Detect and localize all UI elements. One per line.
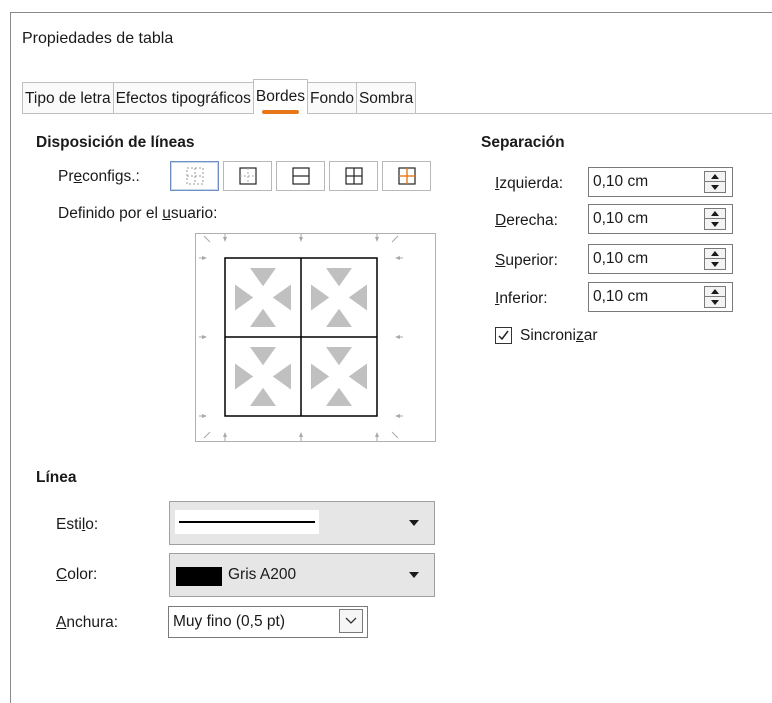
spacing-top-spinner[interactable]	[704, 248, 726, 270]
preset-outer-keep-inner-button[interactable]	[382, 161, 431, 191]
line-width-value: Muy fino (0,5 pt)	[173, 613, 285, 630]
preview-triangle	[235, 284, 254, 311]
spacing-right-input[interactable]	[589, 205, 697, 233]
synchronize-checkbox[interactable]	[495, 327, 512, 344]
spin-down-icon[interactable]	[705, 219, 725, 229]
line-color-label: Color:	[56, 566, 98, 583]
preview-triangle	[250, 308, 276, 327]
line-color-name: Gris A200	[228, 566, 297, 583]
spacing-right-field	[588, 204, 733, 234]
spacing-left-input[interactable]	[589, 168, 697, 196]
checkmark-icon	[498, 330, 509, 341]
spacing-heading: Separación	[481, 134, 565, 151]
border-outer-all-icon	[344, 167, 363, 185]
line-width-label: Anchura:	[56, 614, 119, 631]
preview-triangle	[250, 268, 276, 287]
spacing-top-field	[588, 244, 733, 274]
spacing-left-spinner[interactable]	[704, 171, 726, 193]
preview-triangle	[250, 347, 276, 366]
preview-triangle	[326, 268, 352, 287]
preview-triangle	[326, 347, 352, 366]
preset-outer-horizontal-button[interactable]	[276, 161, 325, 191]
preview-triangle	[311, 363, 330, 390]
line-style-label: Estilo:	[56, 516, 99, 533]
preset-all-borders-button[interactable]	[329, 161, 378, 191]
line-width-dropdown[interactable]: Muy fino (0,5 pt)	[168, 606, 368, 638]
border-outer-keep-inner-icon	[397, 167, 416, 185]
spacing-right-label: Derecha:	[495, 212, 558, 229]
line-style-preview	[175, 510, 319, 534]
spacing-bottom-field	[588, 282, 733, 312]
spacing-bottom-label: Inferior:	[495, 290, 548, 307]
spacing-bottom-input[interactable]	[589, 283, 697, 311]
border-outer-icon	[238, 167, 257, 185]
spin-down-icon[interactable]	[705, 182, 725, 192]
preset-no-borders-button[interactable]	[170, 161, 219, 191]
spin-up-icon[interactable]	[705, 209, 725, 219]
border-preview-canvas[interactable]	[195, 233, 436, 442]
line-heading: Línea	[36, 469, 77, 486]
spin-up-icon[interactable]	[705, 249, 725, 259]
presets-label: Preconfigs.:	[58, 168, 140, 185]
preview-triangle	[326, 308, 352, 327]
spin-up-icon[interactable]	[705, 287, 725, 297]
preview-triangle	[272, 284, 291, 311]
tab-panel-border	[22, 113, 772, 114]
preview-triangle	[348, 284, 367, 311]
tab-font[interactable]: Tipo de letra	[22, 82, 114, 114]
spacing-bottom-spinner[interactable]	[704, 286, 726, 308]
tab-bar: Tipo de letra Efectos tipográficos Borde…	[22, 79, 417, 114]
preview-triangle	[311, 284, 330, 311]
color-swatch	[176, 567, 222, 586]
spacing-right-spinner[interactable]	[704, 208, 726, 230]
border-outer-horizontal-icon	[291, 167, 310, 185]
tab-background[interactable]: Fondo	[306, 82, 357, 114]
spin-down-icon[interactable]	[705, 259, 725, 269]
border-preview-drawing	[199, 234, 403, 441]
preview-triangle	[348, 363, 367, 390]
preview-triangle	[272, 363, 291, 390]
user-defined-label: Definido por el usuario:	[58, 205, 218, 222]
spacing-left-label: Izquierda:	[495, 175, 564, 192]
tab-font-effects[interactable]: Efectos tipográficos	[112, 82, 254, 114]
line-style-dropdown[interactable]	[169, 501, 435, 545]
preview-triangle	[250, 387, 276, 406]
tab-borders[interactable]: Bordes	[252, 79, 308, 114]
preview-triangle	[326, 387, 352, 406]
preset-outer-border-button[interactable]	[223, 161, 272, 191]
synchronize-label: Sincronizar	[520, 327, 598, 344]
chevron-down-icon	[409, 520, 419, 526]
spacing-top-input[interactable]	[589, 245, 697, 273]
preview-triangle	[235, 363, 254, 390]
spin-up-icon[interactable]	[705, 172, 725, 182]
spin-down-icon[interactable]	[705, 297, 725, 307]
spacing-left-field	[588, 167, 733, 197]
border-none-icon	[186, 167, 203, 185]
presets-group	[170, 161, 431, 191]
line-color-dropdown[interactable]: Gris A200	[169, 553, 435, 597]
spacing-top-label: Superior:	[495, 252, 558, 269]
line-arrangement-heading: Disposición de líneas	[36, 134, 195, 151]
chevron-down-icon	[345, 617, 357, 624]
dialog-title: Propiedades de tabla	[22, 30, 174, 47]
tab-shadow[interactable]: Sombra	[355, 82, 417, 114]
chevron-down-icon	[409, 572, 419, 578]
line-width-dropdown-button[interactable]	[339, 609, 363, 633]
